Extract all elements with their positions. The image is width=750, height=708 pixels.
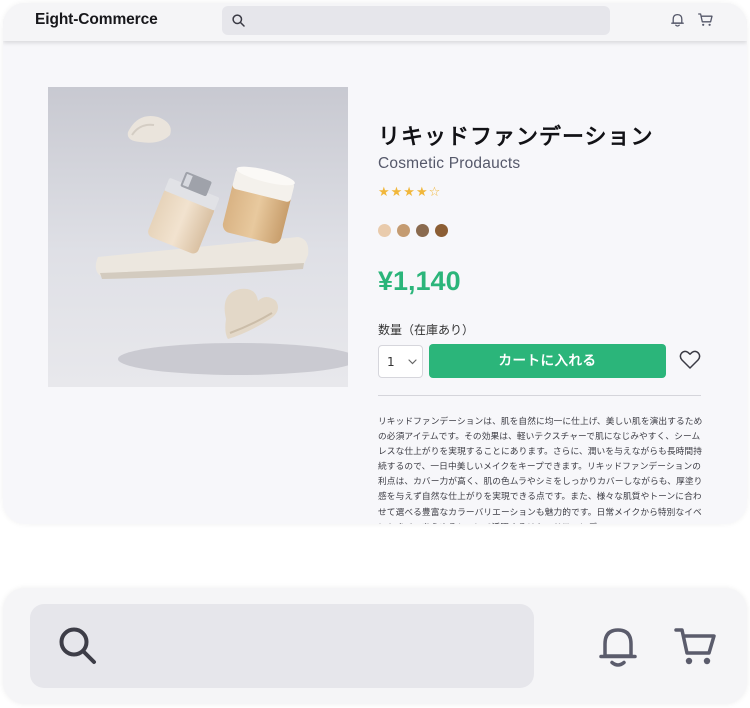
product-brand-line: Cosmetic Prodaucts xyxy=(378,155,521,172)
search-icon xyxy=(59,627,96,664)
cart-icon[interactable] xyxy=(674,626,716,668)
heart-icon[interactable] xyxy=(679,350,701,370)
product-page-card: Eight-Commerce リキッドファンデーション Cosmetic Pro… xyxy=(3,3,747,524)
product-title: リキッドファンデーション xyxy=(378,125,654,150)
quantity-value: 1 xyxy=(387,355,395,369)
bell-icon[interactable] xyxy=(599,626,637,668)
search-icon xyxy=(232,14,245,27)
product-description: リキッドファンデーションは、肌を自然に均一に仕上げ、美しい肌を演出するための必須… xyxy=(378,417,703,524)
bottom-navbar-zoom xyxy=(3,588,747,704)
color-swatch[interactable] xyxy=(378,224,391,237)
rating-stars-text: ★★★★☆ xyxy=(378,185,442,200)
product-image[interactable] xyxy=(48,87,348,387)
color-swatch[interactable] xyxy=(416,224,429,237)
rating-stars: ★★★★☆ xyxy=(378,185,441,200)
brand-logo[interactable]: Eight-Commerce xyxy=(35,11,158,29)
search-input[interactable] xyxy=(222,6,610,35)
divider xyxy=(378,395,701,396)
chevron-down-icon xyxy=(408,359,417,365)
quantity-select[interactable]: 1 xyxy=(378,345,423,378)
top-navbar: Eight-Commerce xyxy=(3,3,747,41)
color-swatches xyxy=(378,224,448,237)
bell-icon[interactable] xyxy=(671,13,684,27)
cart-icon[interactable] xyxy=(698,13,713,27)
color-swatch[interactable] xyxy=(397,224,410,237)
quantity-label: 数量（在庫あり） xyxy=(378,323,475,337)
search-input-large[interactable] xyxy=(30,604,534,688)
add-to-cart-button[interactable]: カートに入れる xyxy=(429,344,666,378)
color-swatch[interactable] xyxy=(435,224,448,237)
product-price: ¥1,140 xyxy=(378,266,461,296)
